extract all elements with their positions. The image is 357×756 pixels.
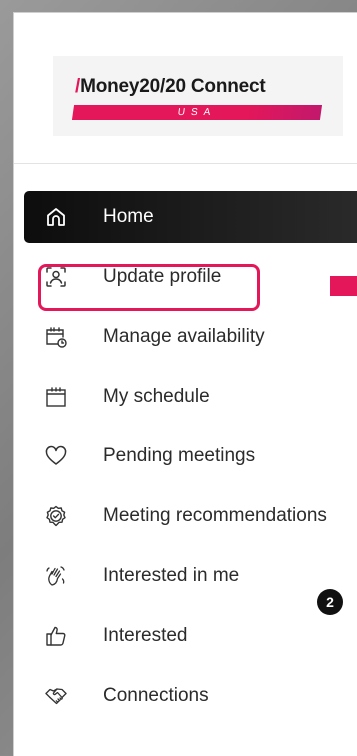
sidebar-item-manage-availability[interactable]: Manage availability bbox=[24, 311, 357, 363]
badge-check-icon bbox=[44, 504, 68, 528]
handshake-icon bbox=[44, 684, 68, 708]
sidebar-item-label: Meeting recommendations bbox=[103, 505, 327, 526]
thumbs-up-icon bbox=[44, 624, 68, 648]
sidebar-item-interested-in-me[interactable]: Interested in me bbox=[24, 550, 357, 602]
sidebar-item-label: Home bbox=[103, 206, 154, 227]
sidebar-item-label: Connections bbox=[103, 685, 209, 706]
logo-region-bar: USA bbox=[71, 105, 323, 120]
divider bbox=[14, 163, 357, 164]
wave-hand-icon bbox=[44, 564, 68, 588]
sidebar-item-label: Interested in me bbox=[103, 565, 240, 586]
accent-chip bbox=[330, 276, 357, 296]
calendar-clock-icon bbox=[44, 325, 68, 349]
logo-text: /Money20/20 Connect bbox=[75, 76, 266, 97]
sidebar-item-connections[interactable]: Connections bbox=[24, 670, 357, 722]
sidebar-item-label: Manage availability bbox=[103, 326, 265, 347]
sidebar-item-interested[interactable]: Interested bbox=[24, 610, 357, 662]
sidebar-item-pending-meetings[interactable]: Pending meetings bbox=[24, 430, 357, 482]
sidebar-item-label: My schedule bbox=[103, 386, 210, 407]
heart-icon bbox=[44, 444, 68, 468]
event-logo[interactable]: /Money20/20 Connect USA bbox=[53, 56, 343, 136]
sidebar-item-my-schedule[interactable]: My schedule bbox=[24, 371, 357, 423]
home-icon bbox=[44, 205, 68, 229]
sidebar-item-home[interactable]: Home bbox=[24, 191, 357, 243]
sidebar-item-label: Pending meetings bbox=[103, 445, 256, 466]
sidebar-item-label: Interested bbox=[103, 625, 188, 646]
sidebar-panel: /Money20/20 Connect USA Home Update prof… bbox=[13, 12, 357, 756]
notification-badge: 2 bbox=[317, 589, 343, 615]
highlight-outline bbox=[38, 264, 260, 311]
calendar-icon bbox=[44, 385, 68, 409]
sidebar-item-meeting-recommendations[interactable]: Meeting recommendations bbox=[24, 490, 357, 542]
